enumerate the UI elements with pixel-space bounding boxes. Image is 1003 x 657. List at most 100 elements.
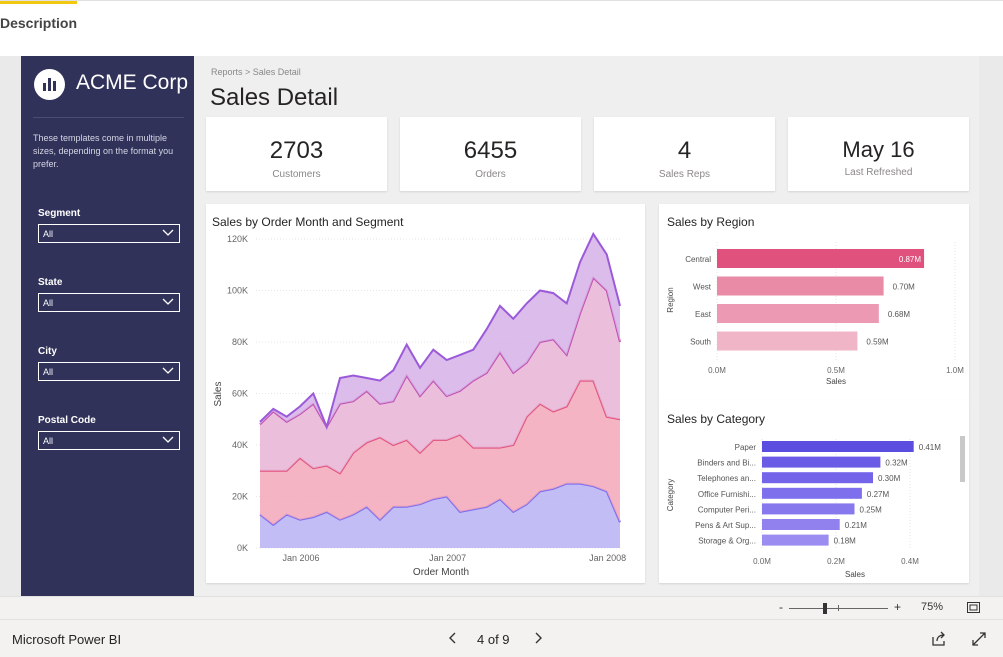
zoom-slider-tick <box>838 605 839 611</box>
region-bar <box>717 304 879 323</box>
category-bar <box>762 456 881 468</box>
data-label: 0.87M <box>899 255 922 264</box>
y-tick-label: 100K <box>227 286 248 296</box>
category-label: Paper <box>735 443 757 452</box>
app-name: Microsoft Power BI <box>12 632 122 647</box>
page-indicator: 4 of 9 <box>477 632 510 647</box>
select-value: All <box>43 367 54 377</box>
chevron-down-icon <box>162 367 174 374</box>
chevron-right-icon[interactable] <box>531 630 545 646</box>
x-tick-label: Jan 2008 <box>589 553 626 563</box>
select-value: All <box>43 298 54 308</box>
y-tick-label: 0K <box>237 543 248 553</box>
zoom-slider-thumb[interactable] <box>823 603 827 614</box>
fit-to-page-icon[interactable] <box>967 602 980 613</box>
data-label: 0.68M <box>888 310 911 319</box>
filter-label: City <box>38 346 57 357</box>
chevron-down-icon <box>162 229 174 236</box>
category-bar <box>762 534 829 546</box>
state-select[interactable]: All <box>38 293 180 312</box>
category-label: Telephones an... <box>697 474 756 483</box>
category-label: Computer Peri... <box>698 505 756 514</box>
filter-city: City All <box>38 346 180 381</box>
area-chart: 0K 20K 40K 60K 80K 100K 120K Jan 2006 Jan 2007 Ja… <box>213 231 626 578</box>
scrollbar-thumb <box>960 436 965 482</box>
top-tab-strip: Description <box>0 0 1003 56</box>
filter-state: State All <box>38 277 180 312</box>
category-label: Office Furnishi... <box>698 490 756 499</box>
zoom-in-button[interactable]: + <box>894 600 901 614</box>
x-tick-label: 0.5M <box>827 366 845 375</box>
kpi-card-customers[interactable]: 2703 Customers <box>206 117 387 191</box>
kpi-value: May 16 <box>842 137 915 162</box>
kpi-value: 4 <box>677 137 692 164</box>
filter-segment: Segment All <box>38 208 180 243</box>
data-label: 0.32M <box>885 459 908 468</box>
kpi-card-last-refreshed[interactable]: May 16 Last Refreshed <box>788 117 969 191</box>
data-label: 0.18M <box>834 537 857 546</box>
x-tick-label: 0.0M <box>708 366 726 375</box>
kpi-label: Orders <box>475 169 506 180</box>
share-icon[interactable] <box>931 631 947 647</box>
expand-icon[interactable] <box>971 631 987 647</box>
category-label: East <box>695 310 712 319</box>
filter-label: Segment <box>38 208 81 219</box>
category-label: Pens & Art Sup... <box>695 521 756 530</box>
y-tick-label: 80K <box>232 337 248 347</box>
filter-label: State <box>38 277 63 288</box>
data-label: 0.59M <box>866 338 889 347</box>
region-bar <box>717 276 884 296</box>
category-bar <box>762 441 914 452</box>
x-axis-label: Sales <box>826 377 846 386</box>
kpi-card-orders[interactable]: 6455 Orders <box>400 117 581 191</box>
zoom-level: 75% <box>921 601 944 613</box>
footer-bar: Microsoft Power BI 4 of 9 <box>0 619 1003 657</box>
category-bar <box>762 519 840 530</box>
segment-select[interactable]: All <box>38 224 180 243</box>
kpi-label: Sales Reps <box>658 169 711 180</box>
x-tick-label: Jan 2006 <box>282 553 319 563</box>
sidebar-divider <box>33 117 184 118</box>
y-tick-label: 60K <box>232 389 248 399</box>
sales-by-region-card[interactable]: Sales by Region 0.0M 0.5M 1.0M Central 0.87M… <box>659 204 969 399</box>
x-tick-label: 1.0M <box>946 366 964 375</box>
filter-label: Postal Code <box>38 415 96 426</box>
category-bar <box>762 487 862 499</box>
zoom-bar: - + 75% <box>0 596 1003 619</box>
region-bar-chart: 0.0M 0.5M 1.0M Central 0.87M West 0.70M East 0.6… <box>666 242 964 386</box>
x-tick-label: Jan 2007 <box>429 553 466 563</box>
category-bar-chart: 0.0M 0.2M 0.4M Paper 0.41M Binders and Bi... 0… <box>666 436 965 579</box>
x-axis-label: Sales <box>845 570 865 579</box>
select-value: All <box>43 436 54 446</box>
kpi-label: Last Refreshed <box>844 167 913 178</box>
y-axis-label: Category <box>666 479 675 511</box>
x-tick-label: 0.4M <box>901 557 919 566</box>
sidebar-blurb: These templates come in multiple sizes, … <box>33 133 174 169</box>
tab-description[interactable]: Description <box>0 1 78 43</box>
y-axis-label: Sales <box>213 381 224 406</box>
sales-by-month-card[interactable]: Sales by Order Month and Segment 0K 20K 40… <box>206 204 645 583</box>
category-label: South <box>690 338 711 347</box>
sidebar: ACME Corp These templates come in multip… <box>21 56 194 596</box>
zoom-out-button[interactable]: - <box>779 600 783 614</box>
category-label: Binders and Bi... <box>697 459 756 468</box>
logo-icon <box>34 69 65 100</box>
y-tick-label: 120K <box>227 234 248 244</box>
city-select[interactable]: All <box>38 362 180 381</box>
region-bar <box>717 249 925 268</box>
breadcrumb: Reports > Sales Detail <box>211 67 301 77</box>
y-tick-label: 40K <box>232 440 248 450</box>
category-label: West <box>693 283 712 292</box>
chevron-left-icon[interactable] <box>446 630 460 646</box>
sales-by-category-card[interactable]: Sales by Category 0.0M 0.2M 0.4M Paper 0.41M… <box>659 399 969 583</box>
page-title: Sales Detail <box>210 84 339 111</box>
kpi-value: 6455 <box>463 137 518 164</box>
data-label: 0.25M <box>860 505 883 514</box>
category-label: Storage & Org... <box>698 537 756 546</box>
kpi-card-sales-reps[interactable]: 4 Sales Reps <box>594 117 775 191</box>
region-bar <box>717 331 858 351</box>
x-axis-label: Order Month <box>413 567 469 578</box>
postal-code-select[interactable]: All <box>38 431 180 450</box>
data-label: 0.21M <box>845 521 868 530</box>
data-label: 0.30M <box>878 474 901 483</box>
